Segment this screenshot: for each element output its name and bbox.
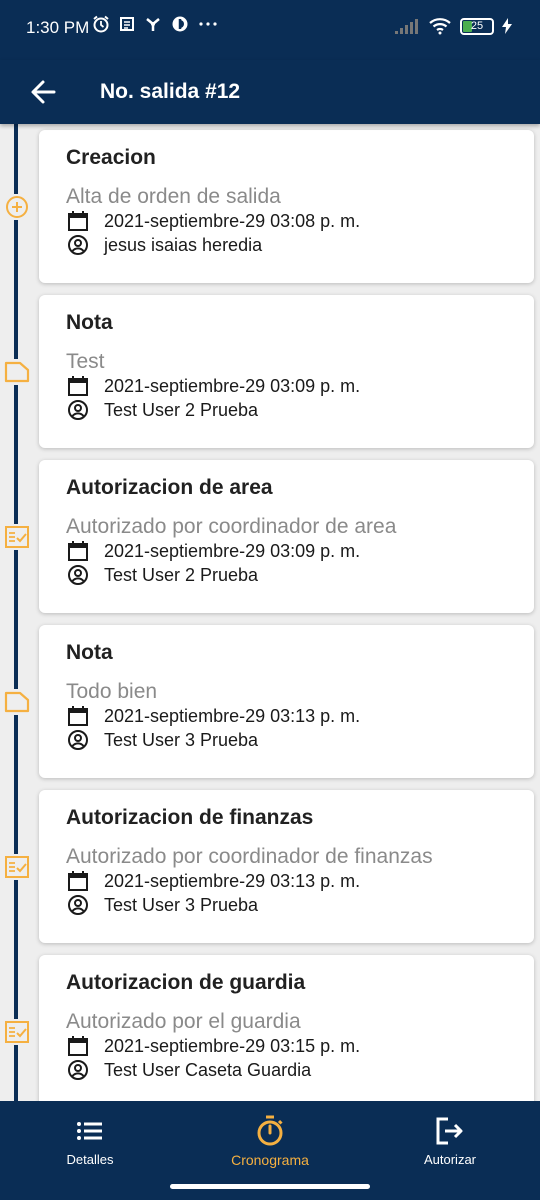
event-date: 2021-septiembre-29 03:13 p. m. [104, 705, 361, 726]
nav-autorizar[interactable]: Autorizar [360, 1115, 540, 1167]
calendar-icon [66, 705, 90, 727]
event-description: Alta de orden de salida [66, 185, 281, 208]
event-user: Test User 2 Prueba [104, 564, 259, 585]
timeline-card-autorizacion-area[interactable]: Autorizacion de area Autorizado por coor… [39, 460, 534, 613]
event-user: Test User 2 Prueba [104, 399, 259, 420]
event-date-row: 2021-septiembre-29 03:09 p. m. [66, 375, 360, 397]
event-description: Test [66, 350, 105, 373]
status-system-icons: 25 [394, 17, 512, 35]
status-time: 1:30 PM [26, 18, 90, 37]
user-circle-icon [66, 1059, 90, 1081]
calendar-icon [66, 540, 90, 562]
event-title: Nota [66, 311, 113, 334]
vpn-icon [172, 16, 188, 32]
timer-icon [180, 1115, 360, 1147]
timeline-card-nota[interactable]: Nota Test 2021-septiembre-29 03:09 p. m.… [39, 295, 534, 448]
timeline[interactable]: Creacion Alta de orden de salida 2021-se… [0, 124, 540, 1101]
checklist-icon [4, 1019, 30, 1045]
timeline-card-creacion[interactable]: Creacion Alta de orden de salida 2021-se… [39, 130, 534, 283]
checklist-icon [4, 524, 30, 550]
user-circle-icon [66, 234, 90, 256]
event-user-row: Test User 3 Prueba [66, 729, 258, 751]
nav-label: Cronograma [231, 1152, 309, 1168]
calendar-icon [66, 210, 90, 232]
event-description: Todo bien [66, 680, 158, 703]
nav-detalles[interactable]: Detalles [0, 1115, 180, 1167]
nav-label: Detalles [66, 1152, 114, 1167]
back-button[interactable] [26, 74, 62, 110]
nav-cronograma[interactable]: Cronograma [180, 1115, 360, 1168]
event-title: Nota [66, 641, 113, 664]
page-title: No. salida #12 [100, 80, 241, 103]
event-date: 2021-septiembre-29 03:09 p. m. [104, 540, 361, 561]
event-date-row: 2021-septiembre-29 03:15 p. m. [66, 1035, 360, 1057]
note-icon [4, 359, 30, 385]
event-title: Autorizacion de finanzas [66, 806, 314, 829]
event-user-row: Test User 2 Prueba [66, 564, 258, 586]
calendar-icon [66, 1035, 90, 1057]
event-date-row: 2021-septiembre-29 03:13 p. m. [66, 870, 360, 892]
event-description: Autorizado por coordinador de finanzas [66, 845, 433, 868]
timeline-card-nota[interactable]: Nota Todo bien 2021-septiembre-29 03:13 … [39, 625, 534, 778]
event-user: Test User Caseta Guardia [104, 1059, 312, 1080]
battery-level: 25 [470, 19, 484, 32]
user-circle-icon [66, 729, 90, 751]
wifi-icon [429, 18, 451, 35]
news-icon [120, 17, 134, 31]
arrow-left-icon [31, 80, 56, 104]
charging-icon [502, 18, 512, 34]
event-user-row: Test User 3 Prueba [66, 894, 258, 916]
note-icon [4, 689, 30, 715]
user-circle-icon [66, 564, 90, 586]
event-title: Creacion [66, 146, 156, 169]
battery-indicator: 25 [460, 17, 494, 35]
event-user-row: jesus isaias heredia [66, 234, 262, 256]
event-title: Autorizacion de area [66, 476, 273, 499]
status-bar: 1:30 PM 25 [0, 0, 540, 60]
home-indicator[interactable] [170, 1184, 370, 1189]
event-date: 2021-septiembre-29 03:15 p. m. [104, 1035, 361, 1056]
event-user: jesus isaias heredia [104, 234, 263, 255]
event-description: Autorizado por coordinador de area [66, 515, 397, 538]
more-icon [199, 22, 217, 26]
status-notification-icons [92, 15, 218, 33]
alarm-icon [93, 15, 109, 33]
signal-icon [395, 19, 418, 34]
timeline-card-autorizacion-guardia[interactable]: Autorizacion de guardia Autorizado por e… [39, 955, 534, 1101]
event-date-row: 2021-septiembre-29 03:13 p. m. [66, 705, 360, 727]
nav-label: Autorizar [423, 1152, 477, 1167]
user-circle-icon [66, 399, 90, 421]
event-description: Autorizado por el guardia [66, 1010, 301, 1033]
event-user: Test User 3 Prueba [104, 894, 259, 915]
logout-icon [360, 1115, 540, 1147]
timeline-line [14, 124, 18, 1101]
timeline-card-autorizacion-finanzas[interactable]: Autorizacion de finanzas Autorizado por … [39, 790, 534, 943]
plus-circle-icon [4, 194, 30, 220]
event-date: 2021-septiembre-29 03:13 p. m. [104, 870, 361, 891]
event-date-row: 2021-septiembre-29 03:08 p. m. [66, 210, 360, 232]
event-user: Test User 3 Prueba [104, 729, 259, 750]
calendar-icon [66, 870, 90, 892]
event-date-row: 2021-septiembre-29 03:09 p. m. [66, 540, 360, 562]
event-date: 2021-septiembre-29 03:09 p. m. [104, 375, 361, 396]
event-title: Autorizacion de guardia [66, 971, 306, 994]
event-user-row: Test User 2 Prueba [66, 399, 258, 421]
event-user-row: Test User Caseta Guardia [66, 1059, 311, 1081]
event-date: 2021-septiembre-29 03:08 p. m. [104, 210, 361, 231]
app-bar: No. salida #12 [0, 60, 540, 124]
calendar-icon [66, 375, 90, 397]
user-circle-icon [66, 894, 90, 916]
checklist-icon [4, 854, 30, 880]
list-icon [0, 1115, 180, 1147]
fan-icon [146, 18, 160, 31]
